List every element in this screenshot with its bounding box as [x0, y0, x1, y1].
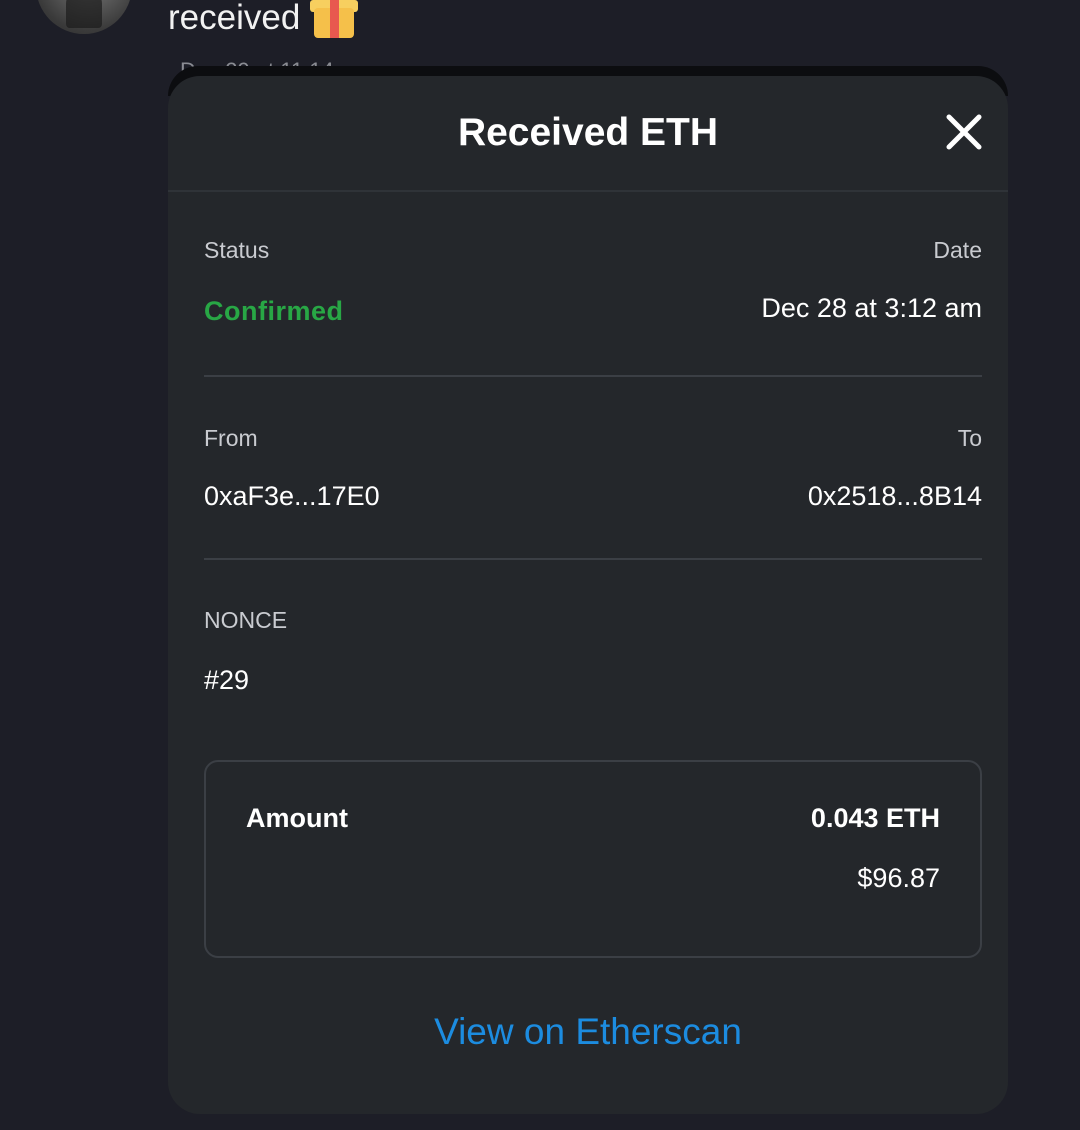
- date-value: Dec 28 at 3:12 am: [761, 293, 982, 323]
- sheet-header: Received ETH: [168, 76, 1008, 192]
- from-address[interactable]: 0xaF3e...17E0: [204, 480, 380, 512]
- nonce-label: NONCE: [204, 607, 288, 633]
- to-address[interactable]: 0x2518...8B14: [808, 480, 982, 512]
- status-label: Status: [204, 237, 270, 263]
- from-to-row: From To 0xaF3e...17E0 0x2518...8B14: [204, 424, 982, 514]
- sheet-title: Received ETH: [457, 111, 719, 154]
- chat-message: received: [168, 0, 359, 40]
- status-badge: Confirmed: [204, 296, 344, 326]
- view-on-etherscan-link[interactable]: View on Etherscan: [168, 1010, 1008, 1054]
- divider: [204, 558, 982, 560]
- status-date-row: Status Date Confirmed Dec 28 at 3:12 am: [204, 236, 982, 336]
- transaction-details-sheet: Received ETH Status Date Confirmed Dec 2…: [168, 76, 1008, 1114]
- gift-icon: [310, 0, 359, 40]
- nonce-row: NONCE #29: [204, 606, 982, 696]
- avatar[interactable]: [36, 0, 132, 34]
- close-button[interactable]: [942, 110, 986, 154]
- divider: [204, 375, 982, 377]
- amount-card: Amount 0.043 ETH $96.87: [204, 760, 982, 958]
- amount-usd-value: $96.87: [857, 863, 940, 893]
- amount-eth-value: 0.043 ETH: [810, 803, 940, 833]
- from-label: From: [204, 425, 258, 451]
- amount-label: Amount: [246, 803, 348, 833]
- to-label: To: [957, 425, 982, 451]
- close-icon: [946, 114, 982, 150]
- nonce-value: #29: [204, 665, 250, 695]
- chat-message-text: received: [168, 0, 301, 37]
- date-label: Date: [933, 237, 982, 263]
